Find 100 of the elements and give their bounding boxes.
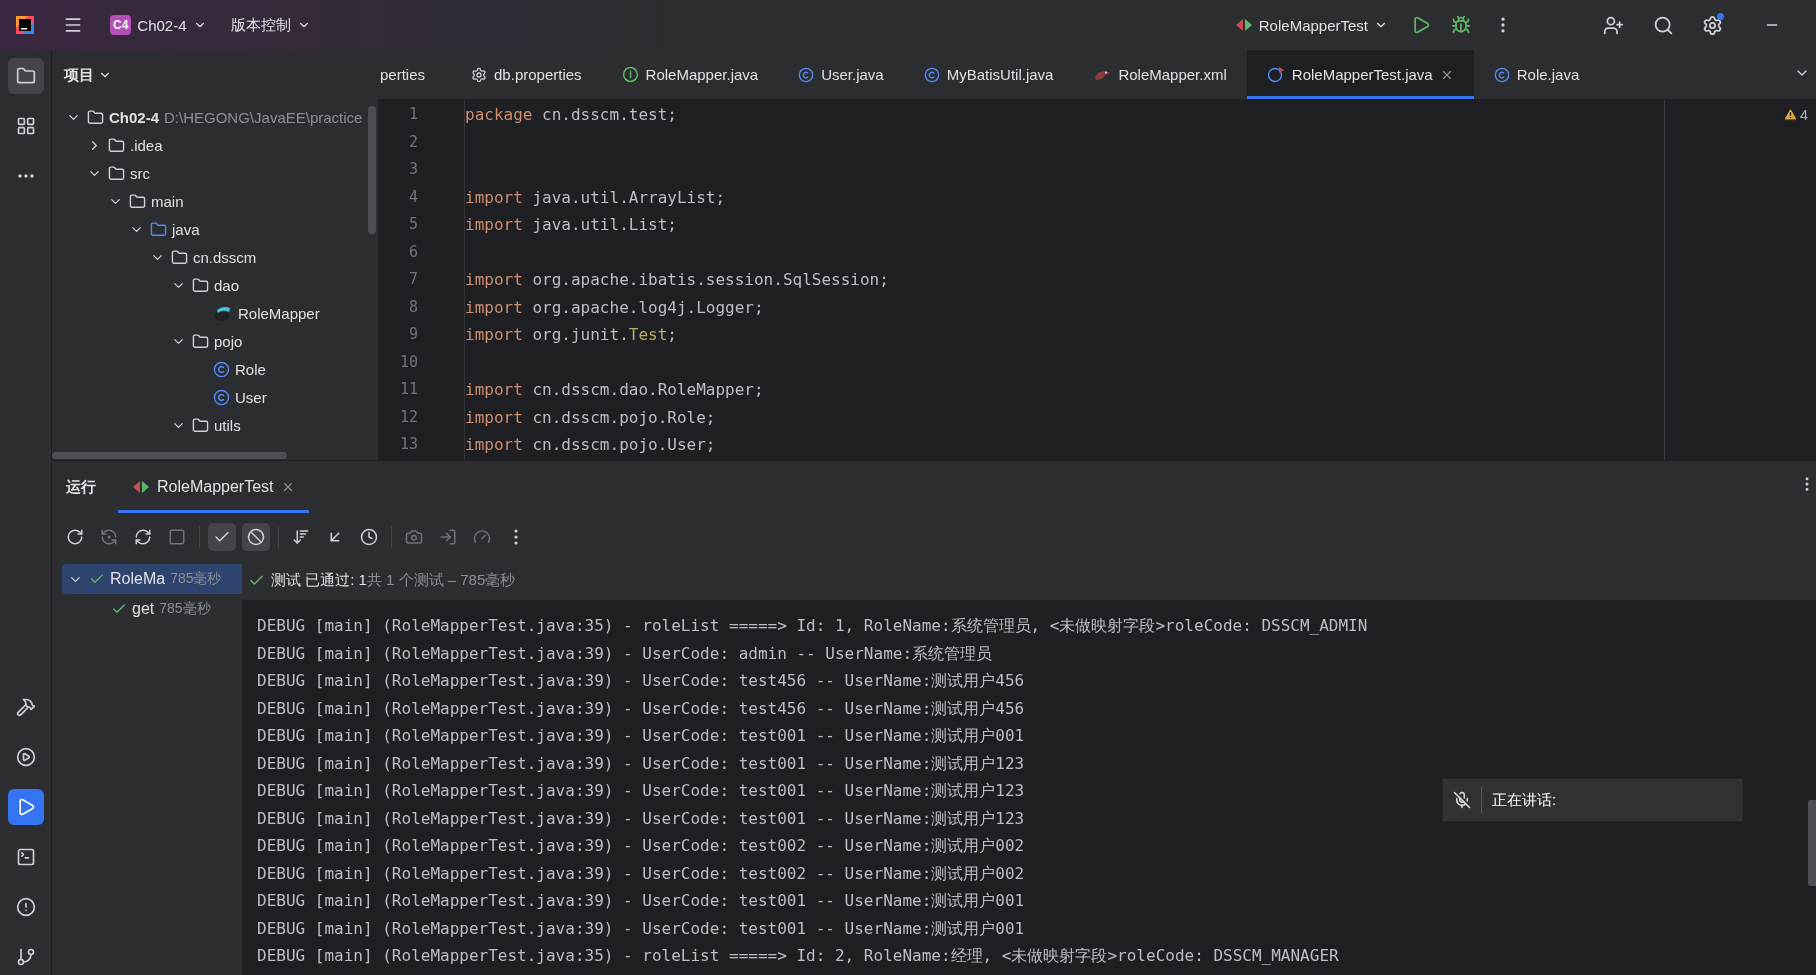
import-icon [439,527,457,546]
menu-icon[interactable] [63,15,83,35]
code-line: import org.apache.ibatis.session.SqlSession; [465,269,889,291]
scrollbar-thumb[interactable] [1808,800,1816,886]
app-logo-icon[interactable] [14,14,36,36]
folder-icon [150,220,167,238]
log-line: DEBUG [main] (RoleMapperTest.java:39) - UserCode: test002 -- UserName:测试用户002 [257,835,1025,857]
package-folder-icon [192,416,209,434]
project-icon [15,66,36,86]
run-tool-button[interactable] [7,789,44,825]
run-icon[interactable] [1411,15,1431,35]
rerun-icon [66,527,84,546]
module-folder-icon [87,108,104,126]
editor-tab[interactable]: RoleMapperTest.java [1246,50,1474,99]
log-line: DEBUG [main] (RoleMapperTest.java:39) - UserCode: test456 -- UserName:测试用户456 [257,697,1025,720]
tree-item[interactable]: main [52,187,378,215]
tree-item[interactable]: RoleMapper [52,299,378,327]
line-number: 1 [407,104,419,125]
code-line: import cn.dsscm.pojo.Role; [465,406,716,429]
code-line: import cn.dsscm.dao.RoleMapper; [465,379,764,401]
more-icon [17,174,34,178]
tree-item[interactable]: src [52,159,378,187]
ignored-tool-button[interactable] [242,522,270,551]
code-line: import cn.dsscm.pojo.User; [465,434,716,456]
structure-icon [15,116,36,136]
ignored-icon [247,527,265,546]
line-number: 2 [407,131,419,153]
muted-mic-icon[interactable] [1453,791,1471,809]
project-selector[interactable]: C4 Ch02-4 [102,9,215,41]
test-status: 测试 已通过: 1 [271,570,367,590]
class-icon [213,360,230,378]
class-icon [213,388,230,406]
tree-item[interactable]: dao [52,271,378,299]
tree-item[interactable]: pojo [52,327,378,355]
tree-item[interactable]: java [52,215,378,243]
panel-title: 运行 [66,476,96,497]
more-icon [514,528,518,545]
line-number: 8 [407,296,419,318]
code-line: import java.util.ArrayList; [465,186,726,209]
log-line: DEBUG [main] (RoleMapperTest.java:39) - UserCode: test001 -- UserName:测试用户001 [257,725,1025,747]
code-line: import org.apache.log4j.Logger; [465,296,764,319]
log-line: DEBUG [main] (RoleMapperTest.java:35) - roleList =====> Id: 1, RoleName:系统管理员, <未做映射字段>roleCode: DSSCM_ADMIN [257,615,1368,637]
line-number: 13 [398,434,419,455]
log-line: DEBUG [main] (RoleMapperTest.java:39) - UserCode: test001 -- UserName:测试用户123 [257,807,1025,830]
test-duration: 785毫秒 [170,570,222,588]
project-tool-button[interactable] [7,58,44,94]
log-line: DEBUG [main] (RoleMapperTest.java:39) - UserCode: test001 -- UserName:测试用户001 [257,917,1025,940]
code-line: package cn.dsscm.test; [465,104,677,126]
editor-tab[interactable]: RoleMapper.java [601,50,779,99]
code-line: import org.junit.Test; [465,324,677,346]
search-icon[interactable] [1652,14,1674,36]
test-run-icon [132,479,150,495]
line-number: 12 [398,406,419,428]
log-line: DEBUG [main] (RoleMapperTest.java:39) - UserCode: test001 -- UserName:测试用户001 [257,890,1025,912]
class-icon [798,66,815,83]
log-line: DEBUG [main] (RoleMapperTest.java:39) - UserCode: test001 -- UserName:测试用户123 [257,780,1025,802]
warning-count[interactable]: 4 [1782,106,1808,123]
editor-tab[interactable]: User.java [778,50,904,99]
gear-icon [471,66,488,83]
stop-icon [168,527,186,546]
history-icon [360,527,378,546]
editor-tab[interactable]: MyBatisUtil.java [903,50,1074,99]
scrollbar-thumb[interactable] [368,106,376,234]
git-icon [15,947,36,967]
line-number: 3 [407,159,419,180]
tree-item[interactable]: utils [52,411,378,439]
run-tab[interactable]: RoleMapperTest [118,461,309,513]
package-folder-icon [171,248,188,266]
test-tree-item[interactable]: get 785毫秒 [62,594,242,624]
line-number: 11 [398,379,419,400]
notification-dot [1717,13,1724,20]
editor-tab[interactable]: db.properties [451,50,602,99]
editor-tab[interactable]: perties [378,50,452,99]
editor-tab[interactable]: RoleMapper.xml [1073,50,1247,99]
snapshot-icon [405,527,423,546]
speaking-label: 正在讲话: [1492,790,1557,810]
line-number: 5 [407,214,419,235]
settings-icon[interactable] [1701,14,1723,36]
tree-item[interactable]: User [52,383,378,411]
tree-item[interactable]: Role [52,355,378,383]
build-icon [15,697,36,717]
bug-icon[interactable] [1451,15,1471,35]
panel-title[interactable]: 项目 [64,65,112,85]
editor-tab[interactable]: Role.java [1473,50,1600,99]
scrollbar-thumb[interactable] [52,452,287,459]
auto-test-icon [134,527,152,546]
tree-item[interactable]: Ch02-4 D:\HEGONG\JavaEE\practice [52,103,378,131]
project-badge: C4 [110,15,132,35]
folder-icon [129,192,146,210]
sort-icon [292,527,310,546]
vcs-menu[interactable]: 版本控制 [222,9,319,41]
log-line: DEBUG [main] (RoleMapperTest.java:39) - UserCode: test456 -- UserName:测试用户456 [257,670,1025,692]
add-user-icon[interactable] [1602,14,1624,36]
test-tree-item[interactable]: RoleMa 785毫秒 [62,564,242,594]
interface-icon [621,66,639,83]
tree-item[interactable]: .idea [52,131,378,159]
class-icon [1493,66,1510,83]
passed-tool-button[interactable] [208,522,236,551]
run-config-selector[interactable]: RoleMapperTest [1226,10,1396,40]
tree-item[interactable]: cn.dsscm [52,243,378,271]
